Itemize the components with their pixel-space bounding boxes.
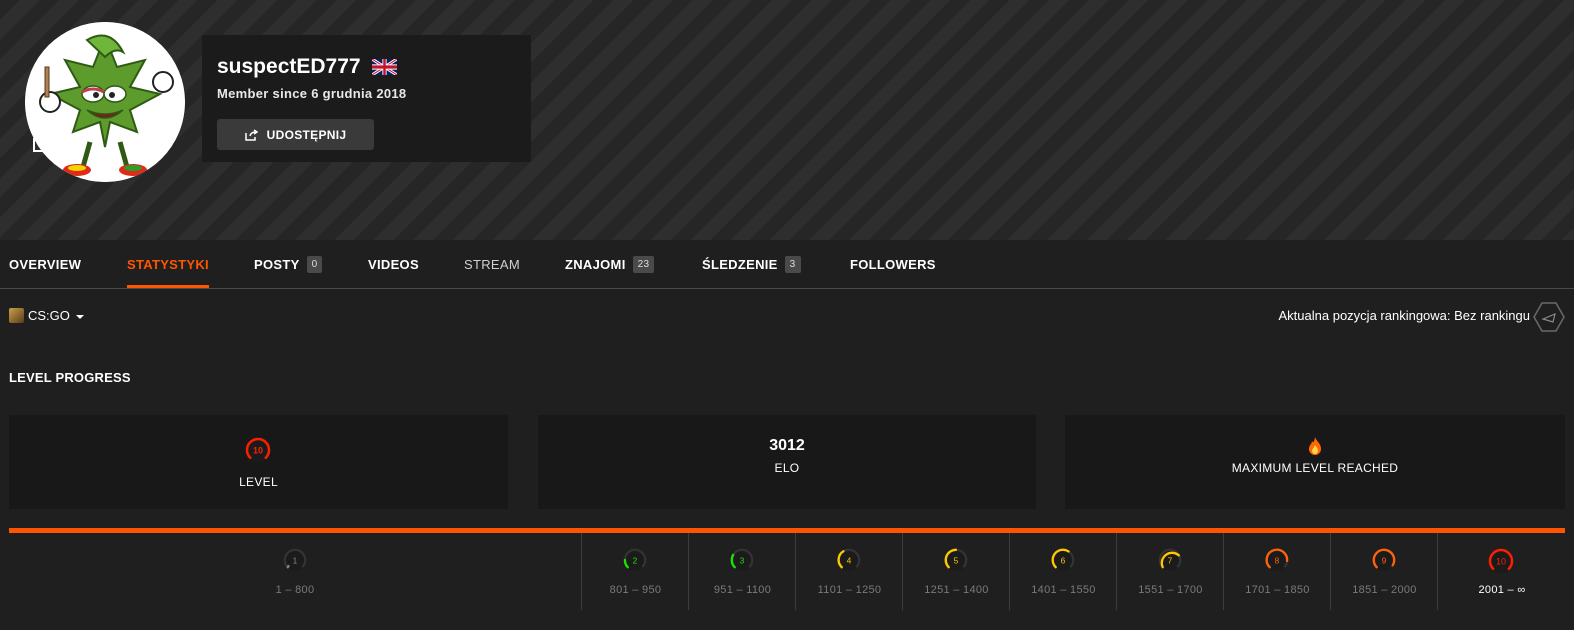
svg-text:10: 10 [253, 446, 263, 456]
level-3-segment: 3 951 – 1100 [688, 533, 796, 610]
level-5-range: 1251 – 1400 [924, 584, 989, 596]
svg-text:5: 5 [954, 555, 959, 565]
svg-text:2: 2 [633, 555, 638, 565]
svg-text:3: 3 [740, 555, 745, 565]
tab-statystyki[interactable]: STATYSTYKI [127, 240, 209, 288]
level-8-segment: 8 1701 – 1850 [1223, 533, 1331, 610]
svg-text:7: 7 [1168, 555, 1173, 565]
avatar [25, 22, 185, 182]
ranking-position: Aktualna pozycja rankingowa: Bez ranking… [1278, 308, 1530, 323]
level-2-segment: 2 801 – 950 [581, 533, 689, 610]
level-8-icon: 8 [1265, 548, 1289, 572]
level-5-icon: 5 [944, 548, 968, 572]
game-selector-label: CS:GO [28, 308, 70, 323]
friends-count-badge: 23 [632, 255, 655, 273]
level-4-segment: 4 1101 – 1250 [795, 533, 903, 610]
share-icon [244, 128, 258, 141]
tab-posty[interactable]: POSTY 0 [254, 240, 323, 288]
avatar-frame-icon [33, 138, 47, 152]
level-label: LEVEL [239, 475, 278, 489]
elo-value: 3012 [769, 437, 805, 454]
level-scale: 1 1 – 800 2 801 – 950 3 951 – 1100 4 110… [9, 533, 1565, 610]
elo-label: ELO [774, 461, 800, 475]
member-since: Member since 6 grudnia 2018 [217, 86, 407, 101]
svg-text:4: 4 [847, 555, 852, 565]
csgo-icon [9, 308, 24, 323]
level-progress-title: LEVEL PROGRESS [9, 370, 131, 385]
level-4-range: 1101 – 1250 [817, 584, 882, 596]
svg-text:9: 9 [1382, 555, 1387, 565]
level-3-icon: 3 [730, 548, 754, 572]
level-10-range: 2001 – ∞ [1478, 584, 1526, 596]
fire-icon [1309, 437, 1321, 455]
level-1-range: 1 – 800 [275, 584, 315, 596]
profile-card: suspectED777 Member since 6 grudnia 2018… [202, 35, 531, 162]
elo-card: 3012 ELO [538, 415, 1036, 509]
level-2-icon: 2 [623, 548, 647, 572]
max-level-card: MAXIMUM LEVEL REACHED [1065, 415, 1565, 509]
level-6-segment: 6 1401 – 1550 [1009, 533, 1117, 610]
profile-tabs: OVERVIEW STATYSTYKI POSTY 0 VIDEOS STREAM… [0, 240, 1574, 289]
level-7-icon: 7 [1158, 548, 1182, 572]
tab-znajomi[interactable]: ZNAJOMI 23 [565, 240, 655, 288]
level-6-range: 1401 – 1550 [1031, 584, 1096, 596]
max-level-label: MAXIMUM LEVEL REACHED [1231, 461, 1399, 475]
game-selector[interactable]: CS:GO [9, 308, 84, 323]
level-9-segment: 9 1851 – 2000 [1330, 533, 1438, 610]
level-4-icon: 4 [837, 548, 861, 572]
level-6-icon: 6 [1051, 548, 1075, 572]
level-2-range: 801 – 950 [609, 584, 662, 596]
level-3-range: 951 – 1100 [713, 584, 772, 596]
following-count-badge: 3 [784, 255, 801, 273]
share-label: UDOSTĘPNIJ [266, 127, 347, 142]
uk-flag-icon [372, 59, 397, 75]
share-button[interactable]: UDOSTĘPNIJ [217, 119, 374, 150]
level-10-segment: 10 2001 – ∞ [1437, 533, 1566, 610]
level-card: 10 LEVEL [9, 415, 508, 509]
tab-videos[interactable]: VIDEOS [368, 240, 419, 288]
level-1-icon: 1 [283, 548, 307, 572]
tab-sledzenie[interactable]: ŚLEDZENIE 3 [702, 240, 801, 288]
chevron-down-icon [75, 314, 84, 319]
level-1-segment: 1 1 – 800 [9, 533, 581, 610]
svg-text:8: 8 [1275, 555, 1280, 565]
level-9-range: 1851 – 2000 [1352, 584, 1417, 596]
tab-overview[interactable]: OVERVIEW [9, 240, 81, 288]
ranking-badge-icon [1533, 302, 1565, 332]
level-5-segment: 5 1251 – 1400 [902, 533, 1010, 610]
svg-text:6: 6 [1061, 555, 1066, 565]
svg-text:1: 1 [293, 555, 298, 565]
tab-stream[interactable]: STREAM [464, 240, 520, 288]
level-9-icon: 9 [1372, 548, 1396, 572]
svg-text:10: 10 [1496, 557, 1506, 567]
tab-followers[interactable]: FOLLOWERS [850, 240, 936, 288]
level-10-icon: 10 [245, 437, 271, 462]
level-7-segment: 7 1551 – 1700 [1116, 533, 1224, 610]
posts-count-badge: 0 [306, 255, 323, 273]
level-7-range: 1551 – 1700 [1138, 584, 1203, 596]
level-10-scale-icon: 10 [1488, 548, 1514, 573]
level-8-range: 1701 – 1850 [1245, 584, 1310, 596]
nickname: suspectED777 [217, 55, 361, 78]
